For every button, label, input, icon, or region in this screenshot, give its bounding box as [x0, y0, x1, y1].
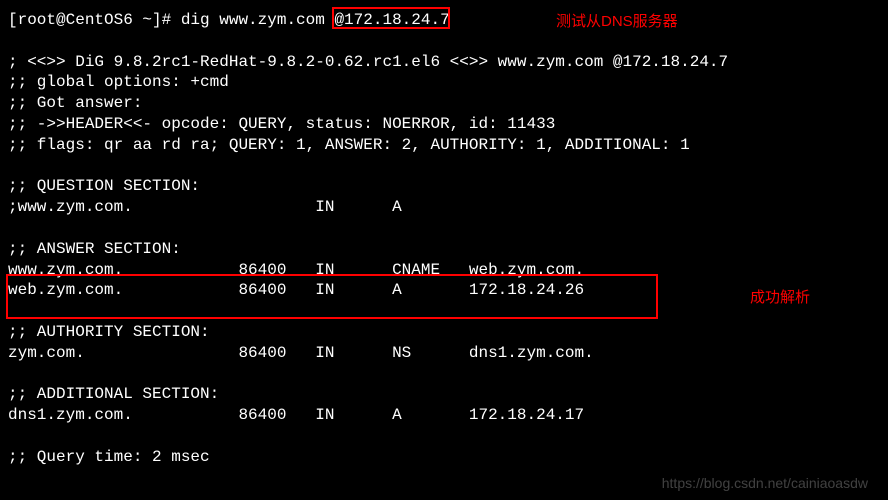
question-row: ;www.zym.com. IN A	[8, 197, 880, 218]
annotation-success: 成功解析	[750, 288, 810, 308]
answer-section-title: ;; ANSWER SECTION:	[8, 239, 880, 260]
prompt-prefix: [root@CentOS6 ~]#	[8, 11, 181, 29]
blank-line	[8, 218, 880, 239]
header-detail-line: ;; ->>HEADER<<- opcode: QUERY, status: N…	[8, 114, 880, 135]
question-section-title: ;; QUESTION SECTION:	[8, 176, 880, 197]
additional-section-title: ;; ADDITIONAL SECTION:	[8, 384, 880, 405]
query-time-line: ;; Query time: 2 msec	[8, 447, 880, 468]
got-answer-line: ;; Got answer:	[8, 93, 880, 114]
dns-server: @172.18.24.7	[334, 11, 449, 29]
blank-line	[8, 426, 880, 447]
watermark-text: https://blog.csdn.net/cainiaoasdw	[662, 474, 868, 492]
blank-line	[8, 156, 880, 177]
dig-version-line: ; <<>> DiG 9.8.2rc1-RedHat-9.8.2-0.62.rc…	[8, 52, 880, 73]
authority-section-title: ;; AUTHORITY SECTION:	[8, 322, 880, 343]
blank-line	[8, 31, 880, 52]
additional-row: dns1.zym.com. 86400 IN A 172.18.24.17	[8, 405, 880, 426]
global-options-line: ;; global options: +cmd	[8, 72, 880, 93]
flags-line: ;; flags: qr aa rd ra; QUERY: 1, ANSWER:…	[8, 135, 880, 156]
authority-row: zym.com. 86400 IN NS dns1.zym.com.	[8, 343, 880, 364]
prompt-line: [root@CentOS6 ~]# dig www.zym.com @172.1…	[8, 10, 880, 31]
annotation-test-dns: 测试从DNS服务器	[556, 12, 678, 32]
command: dig www.zym.com	[181, 11, 335, 29]
blank-line	[8, 364, 880, 385]
answer-row-1: www.zym.com. 86400 IN CNAME web.zym.com.	[8, 260, 880, 281]
